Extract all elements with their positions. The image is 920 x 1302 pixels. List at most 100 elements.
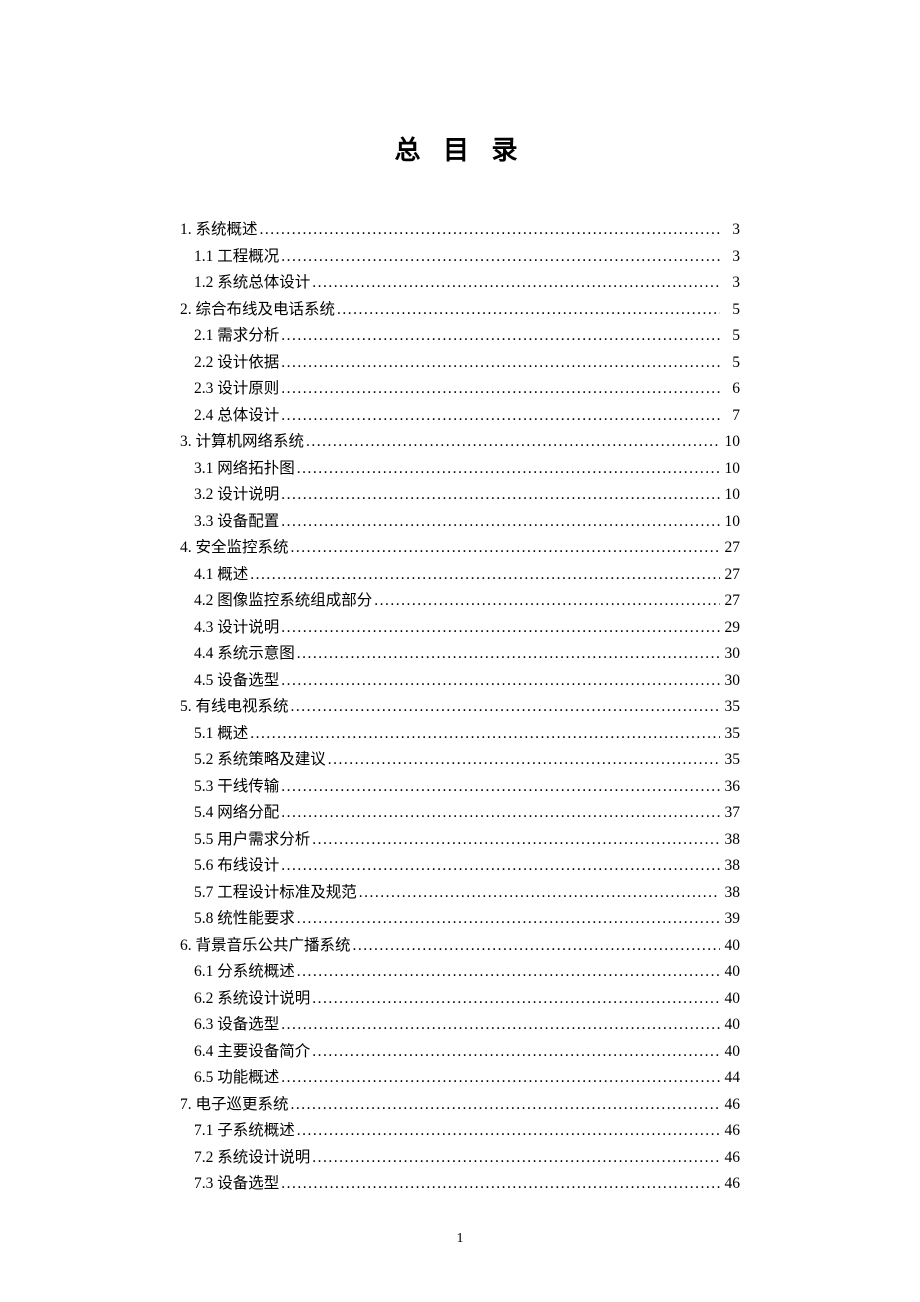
toc-leader-dots [258, 217, 722, 244]
toc-leader-dots [357, 880, 722, 907]
toc-entry: 5.4 网络分配 37 [180, 800, 740, 827]
toc-entry-label: 6. 背景音乐公共广播系统 [180, 933, 351, 960]
toc-entry-label: 3.1 网络拓扑图 [194, 456, 295, 483]
toc-entry-page: 30 [722, 641, 740, 668]
toc-entry-label: 6.2 系统设计说明 [194, 986, 310, 1013]
toc-leader-dots [279, 376, 722, 403]
toc-entry: 6.5 功能概述44 [180, 1065, 740, 1092]
toc-leader-dots [289, 1092, 722, 1119]
toc-entry-page: 44 [722, 1065, 740, 1092]
toc-leader-dots [279, 1171, 722, 1198]
toc-entry-page: 40 [722, 1012, 740, 1039]
toc-entry: 2.4 总体设计7 [180, 403, 740, 430]
toc-entry: 5.3 干线传输36 [180, 774, 740, 801]
toc-entry: 5.8 统性能要求39 [180, 906, 740, 933]
toc-entry-page: 27 [722, 562, 740, 589]
toc-entry-label: 7.3 设备选型 [194, 1171, 279, 1198]
toc-entry-label: 5.4 网络分配 [194, 800, 279, 827]
toc-entry-page: 3 [722, 244, 740, 271]
toc-leader-dots [279, 800, 722, 827]
toc-entry: 3. 计算机网络系统10 [180, 429, 740, 456]
toc-entry: 1. 系统概述3 [180, 217, 740, 244]
toc-entry-page: 46 [722, 1145, 740, 1172]
toc-entry-page: 40 [722, 959, 740, 986]
toc-entry-label: 3.2 设计说明 [194, 482, 279, 509]
toc-entry: 6.3 设备选型 40 [180, 1012, 740, 1039]
toc-leader-dots [335, 297, 722, 324]
toc-entry-label: 1.2 系统总体设计 [194, 270, 310, 297]
toc-entry-label: 4.5 设备选型 [194, 668, 279, 695]
toc-entry-label: 7.1 子系统概述 [194, 1118, 295, 1145]
toc-entry-page: 39 [722, 906, 740, 933]
toc-entry-label: 1.1 工程概况 [194, 244, 279, 271]
toc-entry-label: 6.4 主要设备简介 [194, 1039, 310, 1066]
toc-entry-page: 35 [722, 694, 740, 721]
toc-leader-dots [326, 747, 722, 774]
toc-entry: 7.3 设备选型 46 [180, 1171, 740, 1198]
toc-leader-dots [279, 774, 722, 801]
toc-entry: 5.5 用户需求分析38 [180, 827, 740, 854]
toc-entry-label: 7.2 系统设计说明 [194, 1145, 310, 1172]
toc-entry: 1.2 系统总体设计3 [180, 270, 740, 297]
toc-leader-dots [304, 429, 722, 456]
toc-entry-label: 4.3 设计说明 [194, 615, 279, 642]
toc-entry-label: 6.3 设备选型 [194, 1012, 279, 1039]
toc-leader-dots [295, 641, 722, 668]
toc-entry: 2. 综合布线及电话系统5 [180, 297, 740, 324]
toc-entry-page: 46 [722, 1118, 740, 1145]
toc-leader-dots [279, 482, 722, 509]
toc-leader-dots [310, 986, 722, 1013]
toc-entry-label: 2. 综合布线及电话系统 [180, 297, 335, 324]
toc-entry: 2.2 设计依据 5 [180, 350, 740, 377]
toc-entry-page: 27 [722, 588, 740, 615]
toc-entry-page: 46 [722, 1171, 740, 1198]
toc-entry: 4.2 图像监控系统组成部分27 [180, 588, 740, 615]
toc-entry-label: 3. 计算机网络系统 [180, 429, 304, 456]
toc-leader-dots [248, 562, 722, 589]
toc-entry-page: 37 [722, 800, 740, 827]
toc-leader-dots [372, 588, 722, 615]
toc-entry: 4.1 概述27 [180, 562, 740, 589]
toc-leader-dots [295, 1118, 722, 1145]
toc-entry: 5.7 工程设计标准及规范38 [180, 880, 740, 907]
toc-entry-label: 4. 安全监控系统 [180, 535, 289, 562]
toc-entry-label: 6.1 分系统概述 [194, 959, 295, 986]
toc-entry: 6. 背景音乐公共广播系统 40 [180, 933, 740, 960]
toc-leader-dots [279, 509, 722, 536]
toc-entry: 2.3 设计原则6 [180, 376, 740, 403]
toc-entry-page: 10 [722, 456, 740, 483]
toc-entry-page: 27 [722, 535, 740, 562]
toc-leader-dots [279, 615, 722, 642]
toc-entry-page: 5 [722, 350, 740, 377]
toc-leader-dots [279, 323, 722, 350]
toc-entry-page: 46 [722, 1092, 740, 1119]
toc-leader-dots [295, 906, 722, 933]
toc-entry: 5.2 系统策略及建议35 [180, 747, 740, 774]
toc-leader-dots [351, 933, 722, 960]
toc-entry: 4.3 设计说明29 [180, 615, 740, 642]
toc-entry: 7.2 系统设计说明 46 [180, 1145, 740, 1172]
toc-leader-dots [289, 694, 722, 721]
toc-entry-label: 2.2 设计依据 [194, 350, 279, 377]
toc-entry-label: 5.6 布线设计 [194, 853, 279, 880]
toc-entry-page: 40 [722, 1039, 740, 1066]
toc-entry-label: 5.3 干线传输 [194, 774, 279, 801]
toc-leader-dots [289, 535, 722, 562]
toc-entry-page: 38 [722, 853, 740, 880]
toc-entry-label: 5.2 系统策略及建议 [194, 747, 326, 774]
toc-entry-page: 38 [722, 880, 740, 907]
toc-entry-page: 40 [722, 933, 740, 960]
toc-entry-page: 10 [722, 509, 740, 536]
toc-entry: 1.1 工程概况 3 [180, 244, 740, 271]
toc-entry-page: 6 [722, 376, 740, 403]
toc-leader-dots [310, 1039, 722, 1066]
toc-leader-dots [279, 403, 722, 430]
toc-leader-dots [295, 456, 722, 483]
table-of-contents: 1. 系统概述31.1 工程概况 31.2 系统总体设计32. 综合布线及电话系统… [90, 217, 830, 1198]
toc-leader-dots [279, 1012, 722, 1039]
toc-entry: 3.3 设备配置10 [180, 509, 740, 536]
toc-leader-dots [310, 270, 722, 297]
toc-entry: 5.6 布线设计 38 [180, 853, 740, 880]
toc-leader-dots [279, 668, 722, 695]
toc-entry-label: 2.1 需求分析 [194, 323, 279, 350]
